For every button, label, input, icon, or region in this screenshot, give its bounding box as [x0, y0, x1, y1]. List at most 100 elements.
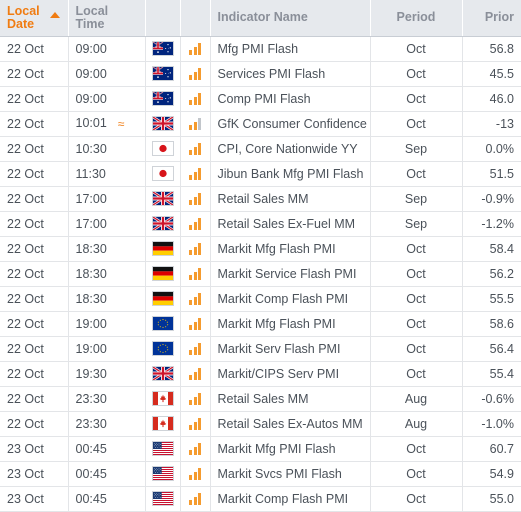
cell-indicator-name[interactable]: CPI, Core Nationwide YY	[210, 136, 371, 162]
approximate-time-icon: ≈	[117, 116, 125, 131]
table-row[interactable]: 22 Oct 23:30 Retail Sales Ex-Autos MM Aug -…	[0, 411, 521, 437]
cell-country-flag	[145, 211, 181, 237]
cell-local-date: 23 Oct	[0, 436, 69, 462]
table-row[interactable]: 22 Oct 09:00 Services PMI Flash Oct 45.5	[0, 61, 521, 87]
cell-indicator-name[interactable]: Retail Sales Ex-Fuel MM	[210, 211, 371, 237]
column-header-country-flag[interactable]	[145, 0, 181, 37]
cell-indicator-name[interactable]: Markit Mfg PMI Flash	[210, 436, 371, 462]
cell-prior: 55.5	[462, 286, 521, 312]
cell-local-date: 22 Oct	[0, 236, 69, 262]
cell-indicator-name[interactable]: Retail Sales MM	[210, 186, 371, 212]
cell-local-time: 10:30	[68, 136, 146, 162]
cell-indicator-name[interactable]: Services PMI Flash	[210, 61, 371, 87]
cell-prior: 56.4	[462, 336, 521, 362]
cell-indicator-name[interactable]: Markit Service Flash PMI	[210, 261, 371, 287]
table-row[interactable]: 23 Oct 00:45 Markit Comp Flash PMI Oct 55.0	[0, 486, 521, 512]
cell-period: Oct	[370, 161, 463, 187]
table-row[interactable]: 22 Oct 18:30 Markit Comp Flash PMI Oct 55.5	[0, 286, 521, 312]
cell-country-flag	[145, 311, 181, 337]
cell-local-time: 00:45	[68, 486, 146, 512]
table-row[interactable]: 22 Oct 23:30 Retail Sales MM Aug -0.6%	[0, 386, 521, 412]
cell-volatility	[180, 61, 211, 87]
cell-prior: -0.9%	[462, 186, 521, 212]
sort-ascending-icon[interactable]	[49, 12, 60, 18]
table-row[interactable]: 22 Oct 19:00 Markit Mfg Flash PMI Oct 58.6	[0, 311, 521, 337]
table-row[interactable]: 22 Oct 17:00 Retail Sales Ex-Fuel MM Sep -1…	[0, 211, 521, 237]
cell-local-time: 17:00	[68, 211, 146, 237]
cell-period: Aug	[370, 411, 463, 437]
cell-country-flag	[145, 86, 181, 112]
column-header-volatility[interactable]	[180, 0, 211, 37]
cell-volatility	[180, 111, 211, 137]
volatility-bars-icon	[189, 493, 201, 506]
cell-indicator-name[interactable]: Markit/CIPS Serv PMI	[210, 361, 371, 387]
cell-local-time: 11:30	[68, 161, 146, 187]
cell-indicator-name[interactable]: Markit Mfg Flash PMI	[210, 311, 371, 337]
cell-country-flag	[145, 411, 181, 437]
cell-local-time: 18:30	[68, 261, 146, 287]
cell-country-flag	[145, 136, 181, 162]
cell-indicator-name[interactable]: GfK Consumer Confidence	[210, 111, 371, 137]
table-row[interactable]: 22 Oct 19:30 Markit/CIPS Serv PMI Oct 55.4	[0, 361, 521, 387]
cell-indicator-name[interactable]: Retail Sales Ex-Autos MM	[210, 411, 371, 437]
cell-local-time: 09:00	[68, 36, 146, 62]
column-header-local-time[interactable]: Local Time	[68, 0, 146, 37]
cell-prior: -1.2%	[462, 211, 521, 237]
flag-icon-eu	[151, 341, 174, 357]
column-header-local-date[interactable]: Local Date	[0, 0, 69, 37]
cell-prior: 56.8	[462, 36, 521, 62]
cell-period: Oct	[370, 461, 463, 487]
table-row[interactable]: 22 Oct 11:30 Jibun Bank Mfg PMI Flash Oct 5…	[0, 161, 521, 187]
flag-icon-eu	[151, 316, 174, 332]
cell-local-date: 22 Oct	[0, 361, 69, 387]
cell-indicator-name[interactable]: Markit Comp Flash PMI	[210, 286, 371, 312]
flag-icon-gb	[151, 216, 174, 232]
column-header-indicator-name[interactable]: Indicator Name	[210, 0, 371, 37]
cell-prior: 55.0	[462, 486, 521, 512]
cell-indicator-name[interactable]: Retail Sales MM	[210, 386, 371, 412]
cell-volatility	[180, 486, 211, 512]
cell-indicator-name[interactable]: Markit Comp Flash PMI	[210, 486, 371, 512]
volatility-bars-icon	[189, 318, 201, 331]
flag-icon-jp	[151, 166, 174, 182]
flag-icon-gb	[151, 116, 174, 132]
volatility-bars-icon	[189, 468, 201, 481]
table-row[interactable]: 22 Oct 10:01 ≈ GfK Consumer Confidence Oct -…	[0, 111, 521, 137]
cell-indicator-name[interactable]: Markit Mfg Flash PMI	[210, 236, 371, 262]
cell-indicator-name[interactable]: Mfg PMI Flash	[210, 36, 371, 62]
cell-period: Sep	[370, 136, 463, 162]
table-row[interactable]: 22 Oct 17:00 Retail Sales MM Sep -0.9%	[0, 186, 521, 212]
cell-prior: -1.0%	[462, 411, 521, 437]
cell-country-flag	[145, 361, 181, 387]
cell-indicator-name[interactable]: Markit Serv Flash PMI	[210, 336, 371, 362]
table-row[interactable]: 22 Oct 09:00 Comp PMI Flash Oct 46.0	[0, 86, 521, 112]
cell-period: Oct	[370, 86, 463, 112]
local-time-value: 11:30	[75, 166, 106, 181]
cell-period: Oct	[370, 361, 463, 387]
cell-volatility	[180, 386, 211, 412]
table-row[interactable]: 22 Oct 09:00 Mfg PMI Flash Oct 56.8	[0, 36, 521, 62]
cell-period: Oct	[370, 36, 463, 62]
table-row[interactable]: 23 Oct 00:45 Markit Svcs PMI Flash Oct 54.9	[0, 461, 521, 487]
table-row[interactable]: 23 Oct 00:45 Markit Mfg PMI Flash Oct 60.7	[0, 436, 521, 462]
cell-country-flag	[145, 461, 181, 487]
cell-prior: 54.9	[462, 461, 521, 487]
cell-volatility	[180, 336, 211, 362]
cell-local-time: 18:30	[68, 286, 146, 312]
cell-indicator-name[interactable]: Markit Svcs PMI Flash	[210, 461, 371, 487]
cell-volatility	[180, 461, 211, 487]
cell-indicator-name[interactable]: Comp PMI Flash	[210, 86, 371, 112]
cell-local-date: 22 Oct	[0, 286, 69, 312]
table-row[interactable]: 22 Oct 10:30 CPI, Core Nationwide YY Sep 0.…	[0, 136, 521, 162]
volatility-bars-icon	[189, 143, 201, 156]
flag-icon-gb	[151, 366, 174, 382]
cell-indicator-name[interactable]: Jibun Bank Mfg PMI Flash	[210, 161, 371, 187]
table-row[interactable]: 22 Oct 19:00 Markit Serv Flash PMI Oct 56.4	[0, 336, 521, 362]
table-row[interactable]: 22 Oct 18:30 Markit Service Flash PMI Oct 5…	[0, 261, 521, 287]
cell-country-flag	[145, 286, 181, 312]
cell-country-flag	[145, 436, 181, 462]
column-header-local-time-line1: Local	[75, 3, 109, 18]
column-header-period[interactable]: Period	[370, 0, 463, 37]
column-header-prior[interactable]: Prior	[462, 0, 521, 37]
table-row[interactable]: 22 Oct 18:30 Markit Mfg Flash PMI Oct 58.4	[0, 236, 521, 262]
